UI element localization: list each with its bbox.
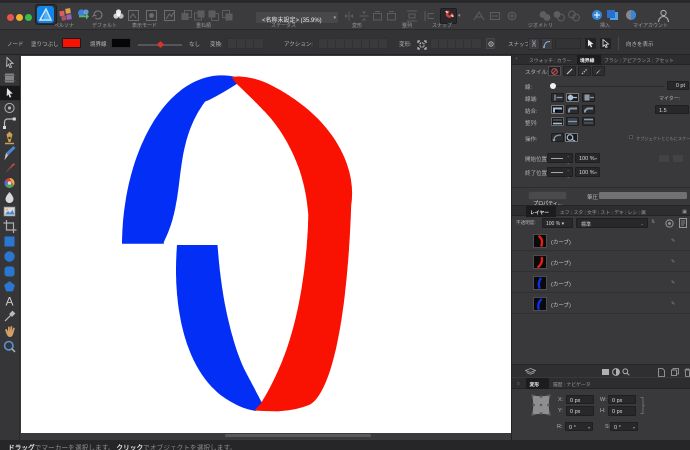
svg-text:A: A <box>5 295 13 309</box>
